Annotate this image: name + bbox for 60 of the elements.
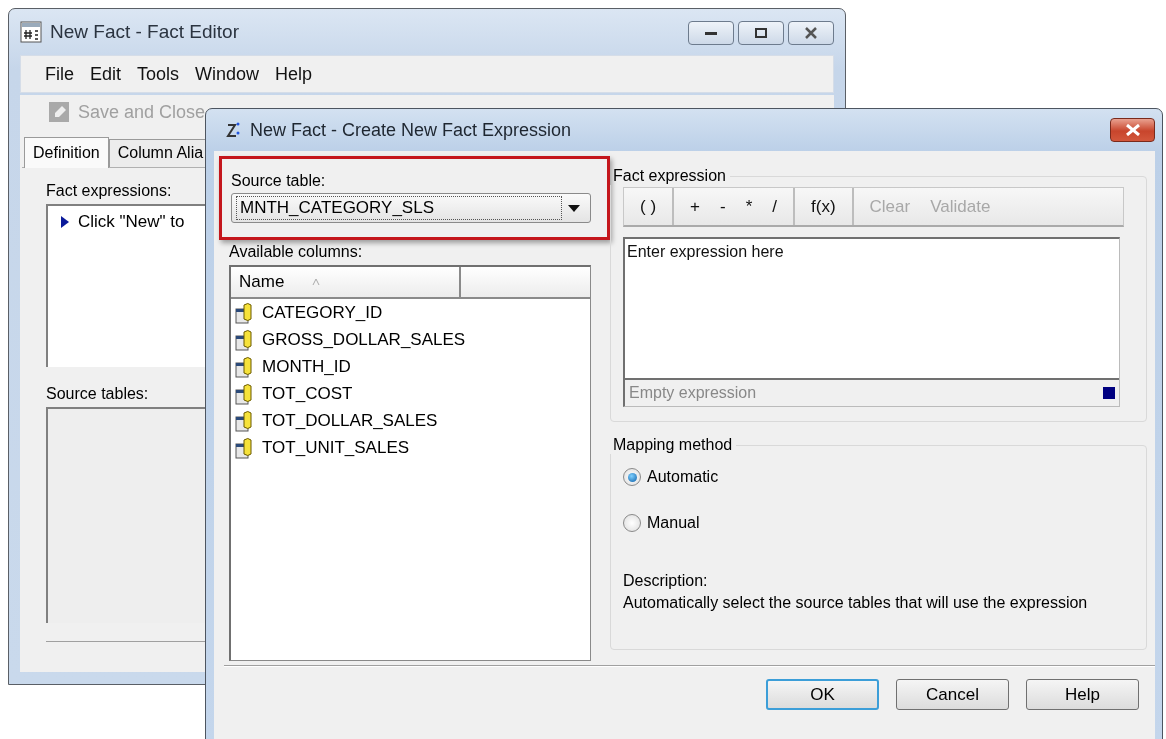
tab[interactable]: Column Alia [108,139,206,167]
menu-item[interactable]: Edit [90,63,122,85]
source-tables-label: Source tables: [46,385,150,403]
toolbar-button[interactable]: + [684,194,706,219]
tab[interactable]: Definition [24,137,109,168]
radio-label[interactable]: Automatic [647,468,719,486]
group-title: Fact expression [612,167,727,185]
radio-label[interactable]: Manual [647,514,700,532]
column-icon [235,382,255,405]
minimize-button[interactable] [688,21,734,45]
column-icon [235,409,255,432]
column-icon [235,328,255,351]
menu-item[interactable]: Help [275,63,313,85]
column-name[interactable]: MONTH_ID [262,356,351,377]
menu-item[interactable]: File [45,63,74,85]
toolbar-button[interactable]: ( ) [634,194,663,219]
source-table-dropdown[interactable]: MNTH_CATEGORY_SLS [231,193,591,223]
radio-button[interactable] [623,514,641,532]
toolbar-button[interactable]: - [714,194,732,219]
radio-button[interactable] [623,468,641,486]
column-name[interactable]: TOT_UNIT_SALES [262,437,410,458]
description-text: Automatically select the source tables that will use the expression [623,594,1089,612]
available-columns-label: Available columns: [229,243,364,261]
column-icon [235,355,255,378]
column-name[interactable]: TOT_DOLLAR_SALES [262,410,438,431]
status-indicator-icon [1103,387,1115,399]
triangle-icon [60,215,70,229]
description-label: Description: [623,572,709,590]
column-name[interactable]: GROSS_DOLLAR_SALES [262,329,466,350]
close-button[interactable] [1110,118,1155,142]
menu-item[interactable]: Window [195,63,260,85]
maximize-icon [755,28,767,38]
toolbar-button[interactable]: / [766,194,783,219]
column-name[interactable]: TOT_COST [262,383,353,404]
menu-item[interactable]: Tools [137,63,180,85]
save-icon [48,101,70,123]
column-name[interactable]: CATEGORY_ID [262,302,383,323]
fact-expressions-label: Fact expressions: [46,182,173,200]
close-icon [1124,124,1141,136]
column-icon [235,436,255,459]
dialog-icon [226,122,240,138]
source-table-label: Source table: [231,172,327,190]
dialog-title: New Fact - Create New Fact Expression [250,119,572,141]
column-icon [235,301,255,324]
close-button[interactable] [788,21,834,45]
toolbar-button[interactable]: * [739,194,759,219]
window-title: New Fact - Fact Editor [50,21,239,43]
expression-status: Empty expression [629,384,758,402]
minimize-icon [705,30,717,36]
dialog-button[interactable]: OK [766,679,879,710]
maximize-button[interactable] [738,21,784,45]
toolbar-button[interactable]: f(x) [805,194,842,219]
dialog-button[interactable]: Help [1026,679,1139,710]
expression-field[interactable]: Enter expression here [625,239,1119,378]
group-title: Mapping method [612,436,734,454]
column-header-text: Name [239,272,285,292]
dialog-button[interactable]: Cancel [896,679,1009,710]
close-icon [804,27,818,39]
list-item-text: Click "New" to [78,212,185,232]
window-icon [20,21,42,43]
